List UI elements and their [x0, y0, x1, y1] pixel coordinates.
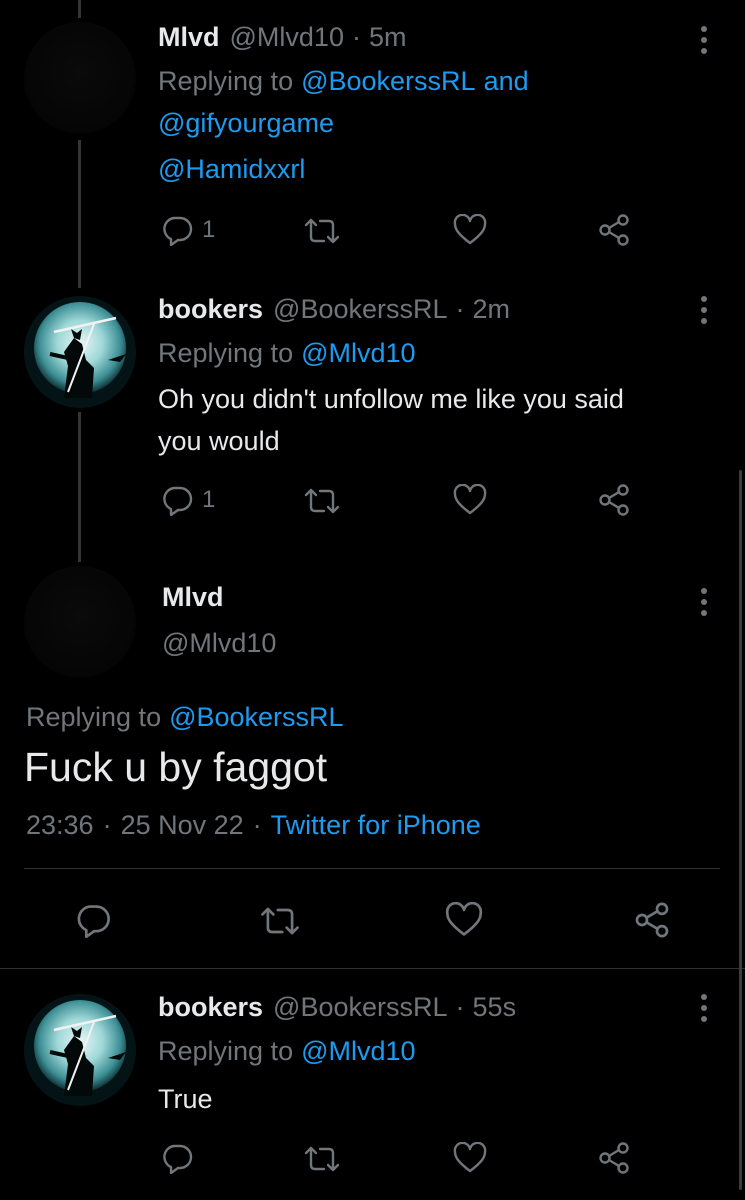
- replying-to-line: @Hamidxxrl: [158, 154, 305, 185]
- replying-label: Replying to: [158, 338, 294, 368]
- author-name[interactable]: bookers: [158, 992, 263, 1023]
- more-icon[interactable]: [701, 588, 707, 616]
- separator: ·: [455, 294, 465, 324]
- replying-label: Replying to: [26, 702, 162, 732]
- tweet-date[interactable]: 25 Nov 22: [121, 810, 244, 841]
- mention-link[interactable]: @BookerssRL: [301, 66, 475, 97]
- share-icon: [599, 484, 629, 516]
- tweet-text-line: Oh you didn't unfollow me like you said: [158, 384, 624, 414]
- share-icon: [599, 214, 629, 246]
- replying-and: and: [483, 66, 529, 96]
- avatar[interactable]: [24, 566, 136, 678]
- retweet-icon: [304, 1146, 340, 1172]
- share-button[interactable]: [596, 482, 632, 518]
- mention-link[interactable]: @Hamidxxrl: [158, 154, 305, 185]
- mention-link[interactable]: @Mlvd10: [301, 338, 415, 369]
- mention-link[interactable]: @BookerssRL: [169, 702, 343, 733]
- replying-to-line: @gifyourgame: [158, 108, 334, 139]
- separator: ·: [102, 810, 112, 840]
- replying-to: Replying to @BookerssRL and: [158, 66, 529, 97]
- scrollbar-thumb[interactable]: [739, 470, 742, 1190]
- tweet-text-line: you would: [158, 426, 280, 456]
- author-name[interactable]: Mlvd: [158, 22, 220, 53]
- author-handle[interactable]: @BookerssRL: [273, 992, 447, 1023]
- like-icon: [445, 902, 483, 936]
- retweet-icon: [304, 488, 340, 514]
- avatar[interactable]: [24, 296, 136, 408]
- author-name[interactable]: bookers: [158, 294, 263, 325]
- like-icon: [453, 484, 487, 515]
- divider: [24, 868, 720, 869]
- share-icon: [635, 902, 669, 938]
- replying-to: Replying to @Mlvd10: [158, 1036, 416, 1067]
- share-button[interactable]: [596, 1140, 632, 1176]
- author-handle[interactable]: @BookerssRL: [273, 294, 447, 325]
- retweet-icon: [261, 907, 299, 935]
- reply-count: 1: [202, 216, 216, 243]
- avatar[interactable]: [24, 994, 136, 1106]
- reply-count: 1: [202, 486, 216, 513]
- divider: [0, 968, 745, 969]
- reply-icon: [163, 1144, 193, 1174]
- reply-button[interactable]: 1: [160, 484, 215, 516]
- avatar-image: [24, 994, 136, 1106]
- share-button[interactable]: [596, 212, 632, 248]
- author-handle[interactable]: @Mlvd10: [230, 22, 344, 53]
- tweet-text: True: [158, 1084, 213, 1114]
- tweet-text: Fuck u by faggot: [24, 744, 328, 790]
- author-name[interactable]: Mlvd: [162, 582, 224, 613]
- tweet-text: Oh you didn't unfollow me like you said …: [158, 378, 718, 462]
- share-button[interactable]: [632, 900, 672, 940]
- thread-line: [78, 140, 81, 288]
- like-button[interactable]: [452, 1142, 488, 1174]
- replying-label: Replying to: [158, 66, 294, 96]
- avatar-image: [24, 296, 136, 408]
- avatar[interactable]: [24, 22, 136, 134]
- reply-icon: [163, 486, 193, 516]
- tweet-header: bookers @BookerssRL · 2m: [158, 294, 510, 325]
- retweet-button[interactable]: [302, 216, 342, 246]
- thread-line: [78, 412, 81, 562]
- author-handle[interactable]: @Mlvd10: [162, 628, 276, 659]
- share-icon: [599, 1142, 629, 1174]
- like-icon: [453, 214, 487, 245]
- retweet-button[interactable]: [302, 1144, 342, 1174]
- reply-button[interactable]: [160, 1142, 194, 1174]
- more-icon[interactable]: [701, 994, 707, 1022]
- more-icon[interactable]: [701, 296, 707, 324]
- separator: ·: [455, 992, 465, 1022]
- mention-link[interactable]: @gifyourgame: [158, 108, 334, 139]
- separator: ·: [351, 22, 361, 52]
- mention-link[interactable]: @Mlvd10: [301, 1036, 415, 1067]
- replying-label: Replying to: [158, 1036, 294, 1066]
- replying-to: Replying to @Mlvd10: [158, 338, 416, 369]
- separator: ·: [252, 810, 262, 840]
- like-button[interactable]: [452, 484, 488, 516]
- thread-line: [78, 0, 81, 18]
- timestamp[interactable]: 2m: [473, 294, 511, 325]
- timestamp[interactable]: 5m: [369, 22, 407, 53]
- more-icon[interactable]: [701, 26, 707, 54]
- timestamp[interactable]: 55s: [473, 992, 517, 1023]
- replying-to: Replying to @BookerssRL: [26, 702, 344, 733]
- like-button[interactable]: [452, 214, 488, 246]
- tweet-time[interactable]: 23:36: [26, 810, 94, 841]
- reply-icon: [163, 216, 193, 246]
- tweet-meta: 23:36 · 25 Nov 22 · Twitter for iPhone: [26, 810, 481, 841]
- tweet-source-link[interactable]: Twitter for iPhone: [271, 810, 481, 841]
- tweet-header: bookers @BookerssRL · 55s: [158, 992, 516, 1023]
- like-button[interactable]: [444, 902, 484, 938]
- retweet-button[interactable]: [258, 904, 302, 938]
- reply-button[interactable]: 1: [160, 214, 215, 246]
- reply-button[interactable]: [74, 902, 112, 938]
- reply-icon: [77, 905, 110, 938]
- tweet-header: Mlvd @Mlvd10 · 5m: [158, 22, 406, 53]
- retweet-icon: [304, 218, 340, 244]
- like-icon: [453, 1142, 487, 1173]
- retweet-button[interactable]: [302, 486, 342, 516]
